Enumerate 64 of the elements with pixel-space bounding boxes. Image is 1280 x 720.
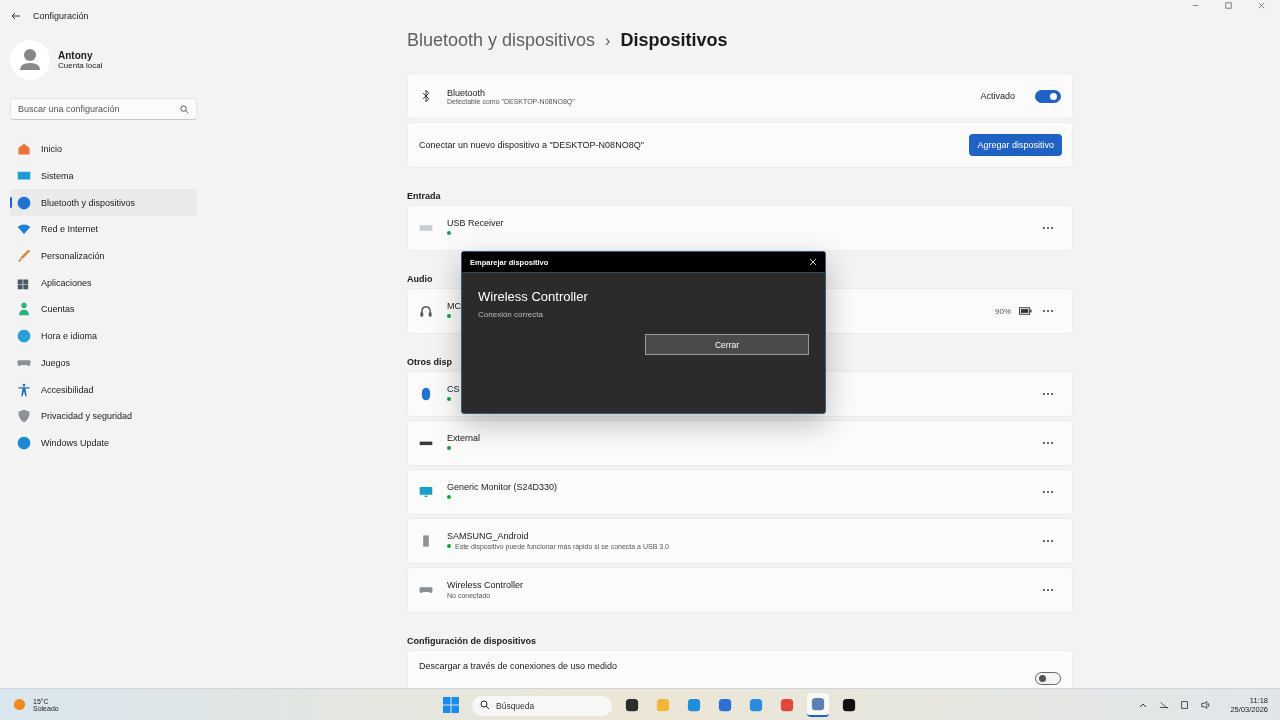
more-icon[interactable] xyxy=(1042,490,1054,494)
sidebar-item[interactable]: Hora e idioma xyxy=(10,322,197,350)
sidebar-item[interactable]: Windows Update xyxy=(10,429,197,457)
dialog-message: Conexión correcta xyxy=(478,310,544,319)
monitor-icon xyxy=(419,485,433,499)
account-type: Cuenta local xyxy=(58,61,103,70)
add-device-text: Conectar un nuevo dispositivo a "DESKTOP-N08NO8Q" xyxy=(419,140,645,150)
device-name: Generic Monitor (S24D330) xyxy=(447,482,559,492)
sun-icon xyxy=(13,698,26,711)
battery-level: 90% xyxy=(995,306,1011,316)
brush-icon xyxy=(17,249,31,264)
battery-icon xyxy=(1019,307,1032,315)
sidebar-item[interactable]: Bluetooth y dispositivos xyxy=(10,189,197,217)
avatar-icon xyxy=(10,40,50,80)
sidebar-item[interactable]: Juegos xyxy=(10,349,197,377)
back-icon[interactable] xyxy=(11,11,21,21)
window-title: Configuración xyxy=(33,11,89,21)
sidebar-item[interactable]: Aplicaciones xyxy=(10,269,197,297)
search-icon xyxy=(480,699,490,710)
sidebar-item[interactable]: Privacidad y seguridad xyxy=(10,402,197,430)
section-heading: Otros disp xyxy=(407,357,452,369)
device-name: Wireless Controller xyxy=(447,580,525,590)
bluetooth-toggle[interactable] xyxy=(1035,89,1061,103)
page-title: Dispositivos xyxy=(620,30,728,51)
device-name: SAMSUNG_Android xyxy=(447,531,530,541)
more-icon[interactable] xyxy=(1042,588,1054,592)
sidebar-item[interactable]: Sistema xyxy=(10,162,197,190)
setting-label: Descargar a través de conexiones de uso medido xyxy=(419,660,619,671)
breadcrumb-link[interactable]: Bluetooth y dispositivos xyxy=(407,30,596,51)
sidebar-item[interactable]: Cuentas xyxy=(10,296,197,323)
section-heading: Audio xyxy=(407,274,433,286)
device-name: Bluetooth xyxy=(447,87,487,98)
sidebar-item[interactable]: Inicio xyxy=(10,136,197,163)
more-icon[interactable] xyxy=(1042,539,1054,543)
sidebar-item[interactable]: Red e Internet xyxy=(10,216,197,243)
more-icon[interactable] xyxy=(1042,392,1054,396)
add-device-button[interactable]: Agregar dispositivo xyxy=(969,134,1062,156)
search-field[interactable]: Buscar una configuración xyxy=(10,98,197,120)
toggle-label: Activado xyxy=(980,91,1015,101)
breadcrumb-separator: › xyxy=(605,32,611,50)
dialog-device-name: Wireless Controller xyxy=(478,289,589,304)
setting-toggle[interactable] xyxy=(1035,672,1061,685)
headphones-icon xyxy=(419,304,433,318)
section-heading: Configuración de dispositivos xyxy=(407,636,536,648)
section-heading: Entrada xyxy=(407,191,441,203)
accessibility-icon xyxy=(17,382,31,397)
more-icon[interactable] xyxy=(1042,226,1054,230)
person-icon xyxy=(17,302,31,317)
shield-icon xyxy=(17,409,31,424)
search-icon xyxy=(180,105,189,114)
device-name: External xyxy=(447,433,482,443)
more-icon[interactable] xyxy=(1042,441,1054,445)
device-name: MC xyxy=(447,301,462,311)
device-name: CS xyxy=(447,384,461,394)
device-name: USB Receiver xyxy=(447,218,505,228)
start-icon[interactable] xyxy=(443,696,459,713)
speaker-icon[interactable] xyxy=(1201,699,1212,710)
user-name: Antony xyxy=(58,50,94,61)
home-icon xyxy=(17,142,31,157)
close-button[interactable]: Cerrar xyxy=(645,334,809,355)
more-icon[interactable] xyxy=(1042,309,1054,313)
sidebar-item[interactable]: Accesibilidad xyxy=(10,376,197,403)
taskbar-search[interactable]: Búsqueda xyxy=(472,695,612,716)
sidebar-item[interactable]: Personalización xyxy=(10,242,197,270)
